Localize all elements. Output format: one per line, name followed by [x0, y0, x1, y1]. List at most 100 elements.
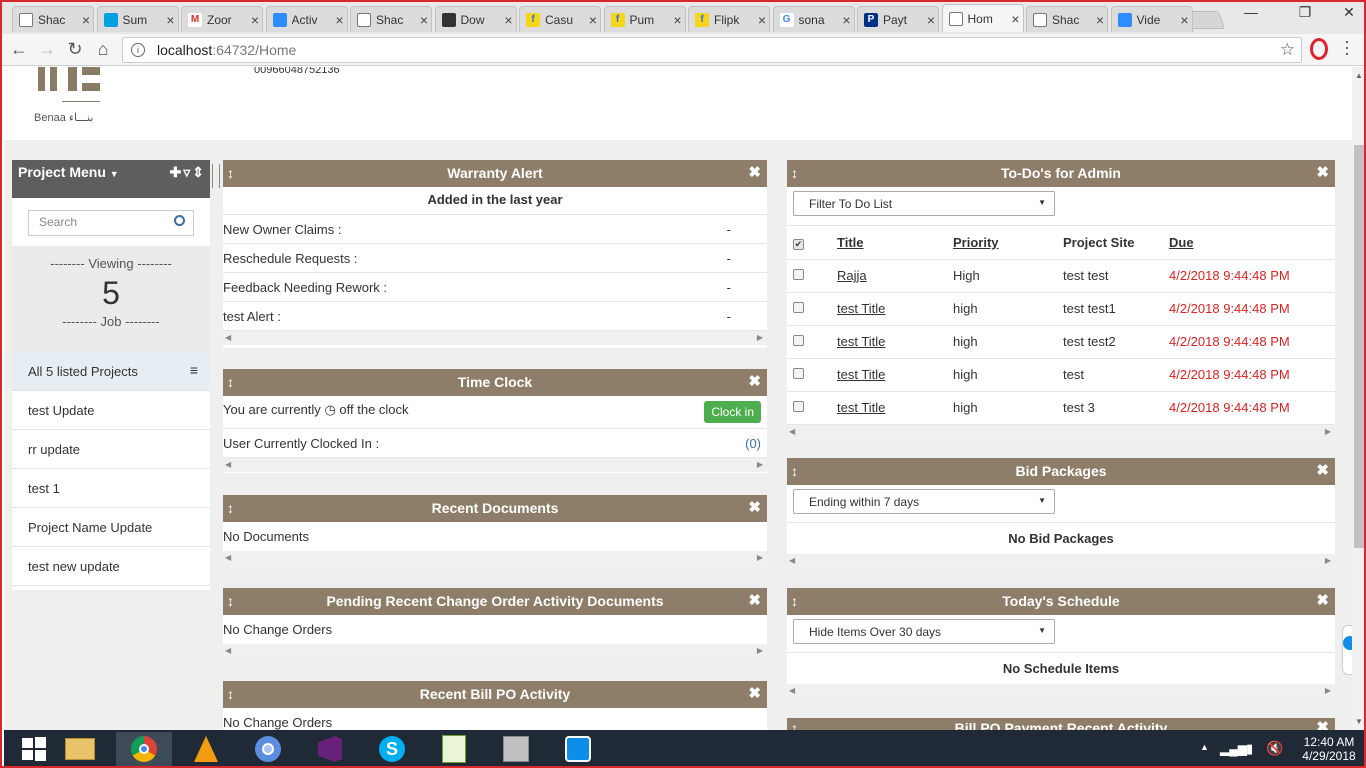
- reload-icon[interactable]: ↻: [64, 38, 86, 60]
- battery-icon[interactable]: ▮: [1246, 741, 1253, 757]
- horizontal-scrollbar[interactable]: ◀ ▶: [223, 551, 767, 565]
- scroll-down-icon[interactable]: ▼: [1355, 717, 1363, 726]
- clock[interactable]: 12:40 AM 4/29/2018: [1298, 735, 1360, 763]
- network-icon[interactable]: ▂▄▆: [1220, 742, 1247, 756]
- browser-tab[interactable]: M Zoor ×: [181, 6, 263, 32]
- scrollbar-thumb[interactable]: [1354, 145, 1364, 548]
- horizontal-scrollbar[interactable]: ◀ ▶: [223, 458, 767, 472]
- horizontal-scrollbar[interactable]: ◀ ▶: [787, 424, 1335, 439]
- column-header-due[interactable]: Due: [1169, 226, 1335, 260]
- project-item[interactable]: test 1: [12, 469, 210, 508]
- browser-tab[interactable]: Hom ×: [941, 4, 1024, 32]
- close-icon[interactable]: ✖: [1316, 458, 1329, 484]
- chevron-down-icon[interactable]: ▼: [110, 169, 119, 179]
- schedule-filter-select[interactable]: Hide Items Over 30 days ▼: [793, 619, 1055, 644]
- todo-title-link[interactable]: test Title: [837, 325, 953, 359]
- close-window-button[interactable]: ✕: [1332, 4, 1364, 22]
- project-item[interactable]: rr update: [12, 430, 210, 469]
- maximize-button[interactable]: ❐: [1288, 4, 1322, 22]
- chrome-icon[interactable]: [116, 732, 172, 766]
- project-item[interactable]: Project Name Update: [12, 508, 210, 547]
- clocked-in-count[interactable]: (0): [745, 436, 761, 451]
- bid-filter-select[interactable]: Ending within 7 days ▼: [793, 489, 1055, 514]
- list-icon[interactable]: ≡: [190, 362, 198, 378]
- close-icon[interactable]: ✖: [748, 369, 761, 395]
- todo-title-link[interactable]: test Title: [837, 391, 953, 425]
- move-icon[interactable]: ↕: [227, 369, 234, 395]
- close-tab-icon[interactable]: ×: [502, 12, 516, 28]
- close-tab-icon[interactable]: ×: [417, 12, 431, 28]
- filter-icon[interactable]: ▿: [183, 164, 192, 180]
- minimize-button[interactable]: —: [1234, 4, 1268, 22]
- home-icon[interactable]: ⌂: [92, 38, 114, 60]
- browser-tab[interactable]: f Flipk ×: [688, 6, 770, 32]
- close-tab-icon[interactable]: ×: [333, 12, 347, 28]
- horizontal-scrollbar[interactable]: ◀ ▶: [787, 554, 1335, 568]
- browser-tab[interactable]: Activ ×: [265, 6, 348, 32]
- move-icon[interactable]: ↕: [791, 160, 798, 186]
- move-icon[interactable]: ↕: [791, 458, 798, 484]
- clock-in-button[interactable]: Clock in: [704, 401, 761, 423]
- close-tab-icon[interactable]: ×: [1178, 12, 1192, 28]
- project-item[interactable]: test Update: [12, 391, 210, 430]
- bookmark-star-icon[interactable]: ☆: [1280, 40, 1295, 60]
- close-tab-icon[interactable]: ×: [79, 12, 93, 28]
- row-checkbox[interactable]: [793, 401, 804, 412]
- scroll-up-icon[interactable]: ▲: [1355, 71, 1363, 80]
- column-header-priority[interactable]: Priority: [953, 226, 1063, 260]
- close-tab-icon[interactable]: ×: [1093, 12, 1107, 28]
- teamviewer-side-tab[interactable]: [1342, 625, 1352, 675]
- vlc-icon[interactable]: [178, 732, 234, 766]
- row-checkbox[interactable]: [793, 335, 804, 346]
- move-icon[interactable]: ↕: [227, 160, 234, 186]
- back-icon[interactable]: ←: [8, 38, 30, 60]
- address-bar[interactable]: i localhost:64732/Home ☆: [122, 37, 1302, 63]
- close-icon[interactable]: ✖: [1316, 160, 1329, 186]
- row-checkbox[interactable]: [793, 269, 804, 280]
- close-tab-icon[interactable]: ×: [671, 12, 685, 28]
- todo-title-link[interactable]: test Title: [837, 358, 953, 392]
- close-icon[interactable]: ✖: [1316, 588, 1329, 614]
- tools-icon[interactable]: [488, 732, 544, 766]
- chromium-icon[interactable]: [240, 732, 296, 766]
- sort-icon[interactable]: ⇕: [192, 164, 206, 180]
- close-icon[interactable]: ✖: [748, 681, 761, 707]
- close-tab-icon[interactable]: ×: [1009, 11, 1023, 27]
- resize-handle[interactable]: [212, 164, 220, 188]
- forward-icon[interactable]: →: [36, 38, 58, 60]
- browser-tab[interactable]: Shac ×: [12, 6, 94, 32]
- move-icon[interactable]: ↕: [791, 718, 798, 730]
- close-tab-icon[interactable]: ×: [840, 12, 854, 28]
- chevron-up-icon[interactable]: ▲: [1200, 742, 1209, 752]
- add-icon[interactable]: ✚: [170, 164, 184, 180]
- todo-title-link[interactable]: test Title: [837, 292, 953, 326]
- close-icon[interactable]: ✖: [748, 588, 761, 614]
- horizontal-scrollbar[interactable]: ◀ ▶: [223, 644, 767, 658]
- column-header-title[interactable]: Title: [837, 226, 953, 260]
- search-icon[interactable]: [174, 215, 185, 226]
- todo-filter-select[interactable]: Filter To Do List ▼: [793, 191, 1055, 216]
- search-input[interactable]: Search: [28, 210, 194, 236]
- browser-tab[interactable]: Dow ×: [434, 6, 517, 32]
- move-icon[interactable]: ↕: [791, 588, 798, 614]
- close-tab-icon[interactable]: ×: [586, 12, 600, 28]
- menu-kebab-icon[interactable]: · · ·: [1344, 32, 1350, 62]
- browser-tab[interactable]: f Pum ×: [603, 6, 686, 32]
- horizontal-scrollbar[interactable]: ◀ ▶: [787, 684, 1335, 698]
- close-icon[interactable]: ✖: [1316, 718, 1329, 730]
- close-icon[interactable]: ✖: [748, 160, 761, 186]
- project-menu-header[interactable]: Project Menu ▼ ✚▿⇕: [12, 160, 210, 198]
- browser-tab[interactable]: Sum ×: [96, 6, 179, 32]
- page-scrollbar[interactable]: ▲ ▼: [1352, 67, 1364, 730]
- move-icon[interactable]: ↕: [227, 681, 234, 707]
- info-icon[interactable]: i: [131, 43, 145, 57]
- todo-title-link[interactable]: Rajja: [837, 259, 953, 293]
- browser-tab[interactable]: Gsona ×: [772, 6, 855, 32]
- browser-tab[interactable]: f Casu ×: [519, 6, 601, 32]
- close-icon[interactable]: ✖: [748, 495, 761, 521]
- close-tab-icon[interactable]: ×: [924, 12, 938, 28]
- skype-icon[interactable]: S: [364, 732, 420, 766]
- visual-studio-icon[interactable]: [302, 732, 358, 766]
- close-tab-icon[interactable]: ×: [248, 12, 262, 28]
- volume-muted-icon[interactable]: 🔇: [1266, 740, 1283, 757]
